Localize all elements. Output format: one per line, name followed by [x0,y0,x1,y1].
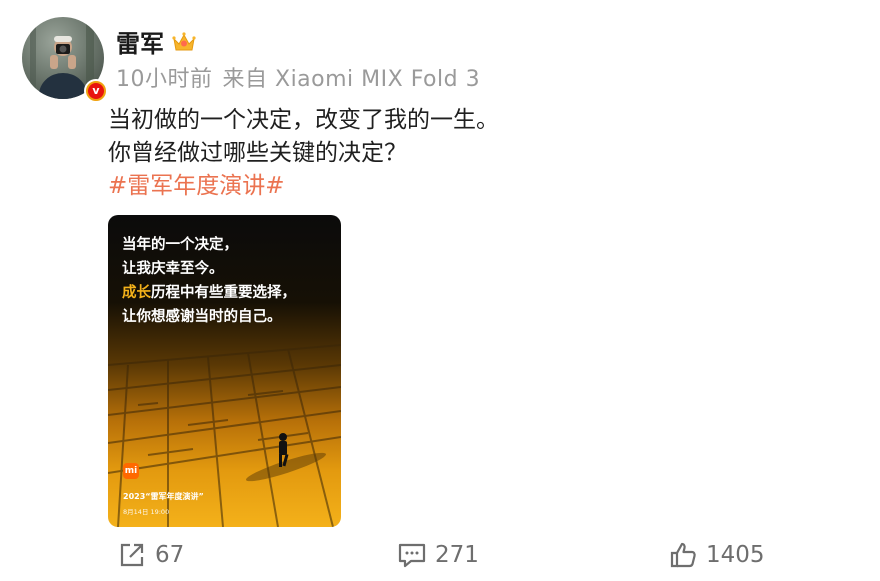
post-source: 来自 Xiaomi MIX Fold 3 [222,67,481,92]
post-line-1: 当初做的一个决定，改变了我的一生。 [108,107,499,133]
poster-line-4: 让你想感谢当时的自己。 [122,309,282,325]
poster-line-3: 成长历程中有些重要选择， [122,281,296,305]
post-text: 当初做的一个决定，改变了我的一生。 你曾经做过哪些关键的决定？ #雷军年度演讲# [108,104,499,203]
like-button[interactable]: 1405 [668,540,765,570]
author-avatar[interactable]: v [22,17,108,103]
poster-line-2: 让我庆幸至今。 [122,261,224,277]
repost-icon [117,540,147,570]
poster-highlight: 成长 [122,285,151,301]
post-meta: 10小时前 来自 Xiaomi MIX Fold 3 [116,61,480,93]
mi-logo-icon: mi [123,463,139,479]
repost-button[interactable]: 67 [117,540,184,570]
comment-button[interactable]: 271 [397,540,479,570]
poster-line-1: 当年的一个决定， [122,237,238,253]
repost-count: 67 [155,542,185,568]
action-bar: 67 271 1405 [0,540,880,576]
like-count: 1405 [706,542,765,568]
like-icon [668,540,698,570]
poster-line-3-rest: 历程中有些重要选择， [151,285,296,301]
verified-icon: v [84,79,108,103]
post-image[interactable]: 当年的一个决定， 让我庆幸至今。 成长历程中有些重要选择， 让你想感谢当时的自己… [108,215,341,527]
post-line-2: 你曾经做过哪些关键的决定？ [108,140,407,166]
poster-footer: 2023“雷军年度演讲” [123,492,204,501]
author-name-row: 雷军 [116,24,196,59]
author-name[interactable]: 雷军 [116,24,164,59]
hashtag-link[interactable]: #雷军年度演讲# [108,170,499,203]
post-time[interactable]: 10小时前 [116,67,213,92]
poster-text: 当年的一个决定， 让我庆幸至今。 成长历程中有些重要选择， 让你想感谢当时的自己… [122,233,296,329]
poster-date: 8月14日 19:00 [123,508,170,516]
comment-icon [397,540,427,570]
comment-count: 271 [435,542,479,568]
crown-icon [172,31,196,53]
